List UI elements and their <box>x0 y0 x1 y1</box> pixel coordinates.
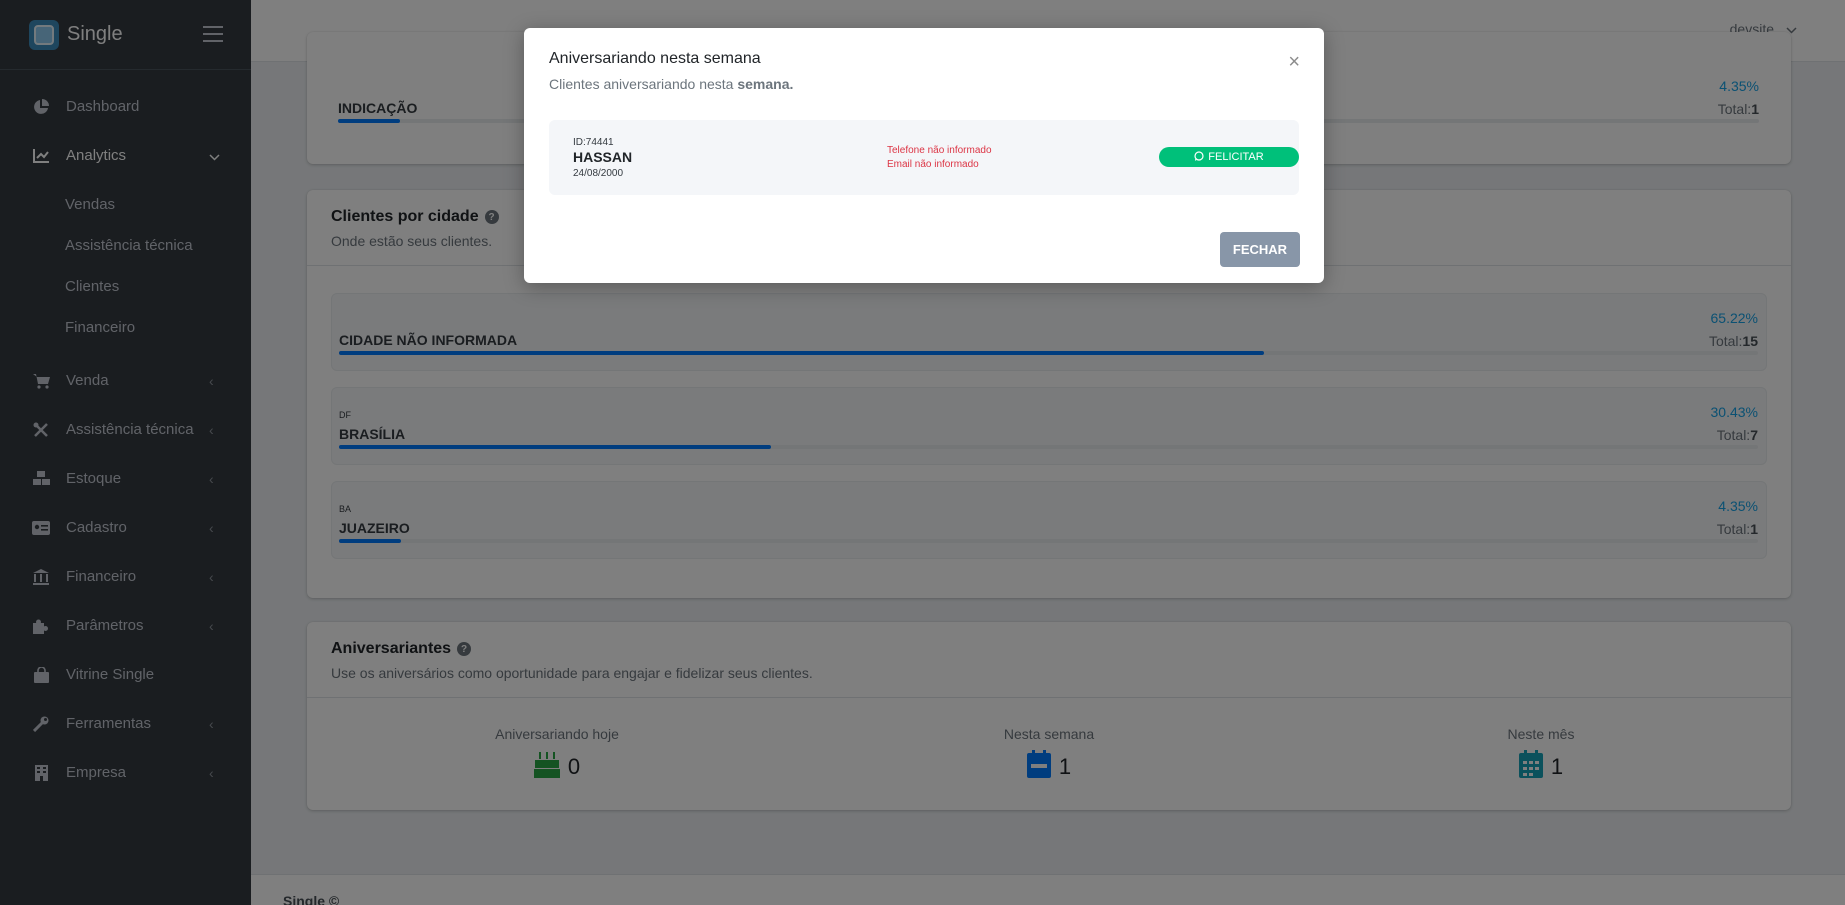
felicitar-button[interactable]: FELICITAR <box>1159 147 1299 167</box>
email-warning: Email não informado <box>887 159 979 170</box>
client-id: ID:74441 <box>573 137 614 148</box>
modal-subtitle: Clientes aniversariando nesta semana. <box>549 76 794 92</box>
close-button[interactable]: FECHAR <box>1220 232 1300 267</box>
phone-warning: Telefone não informado <box>887 145 992 156</box>
whatsapp-icon <box>1194 150 1204 164</box>
birthday-week-modal: Aniversariando nesta semana Clientes ani… <box>524 28 1324 283</box>
client-name: HASSAN <box>573 149 633 165</box>
birthday-client-card: ID:74441 HASSAN 24/08/2000 Telefone não … <box>549 120 1299 195</box>
close-icon[interactable]: × <box>1288 52 1300 72</box>
modal-title: Aniversariando nesta semana <box>549 50 761 67</box>
client-birthdate: 24/08/2000 <box>573 168 624 179</box>
